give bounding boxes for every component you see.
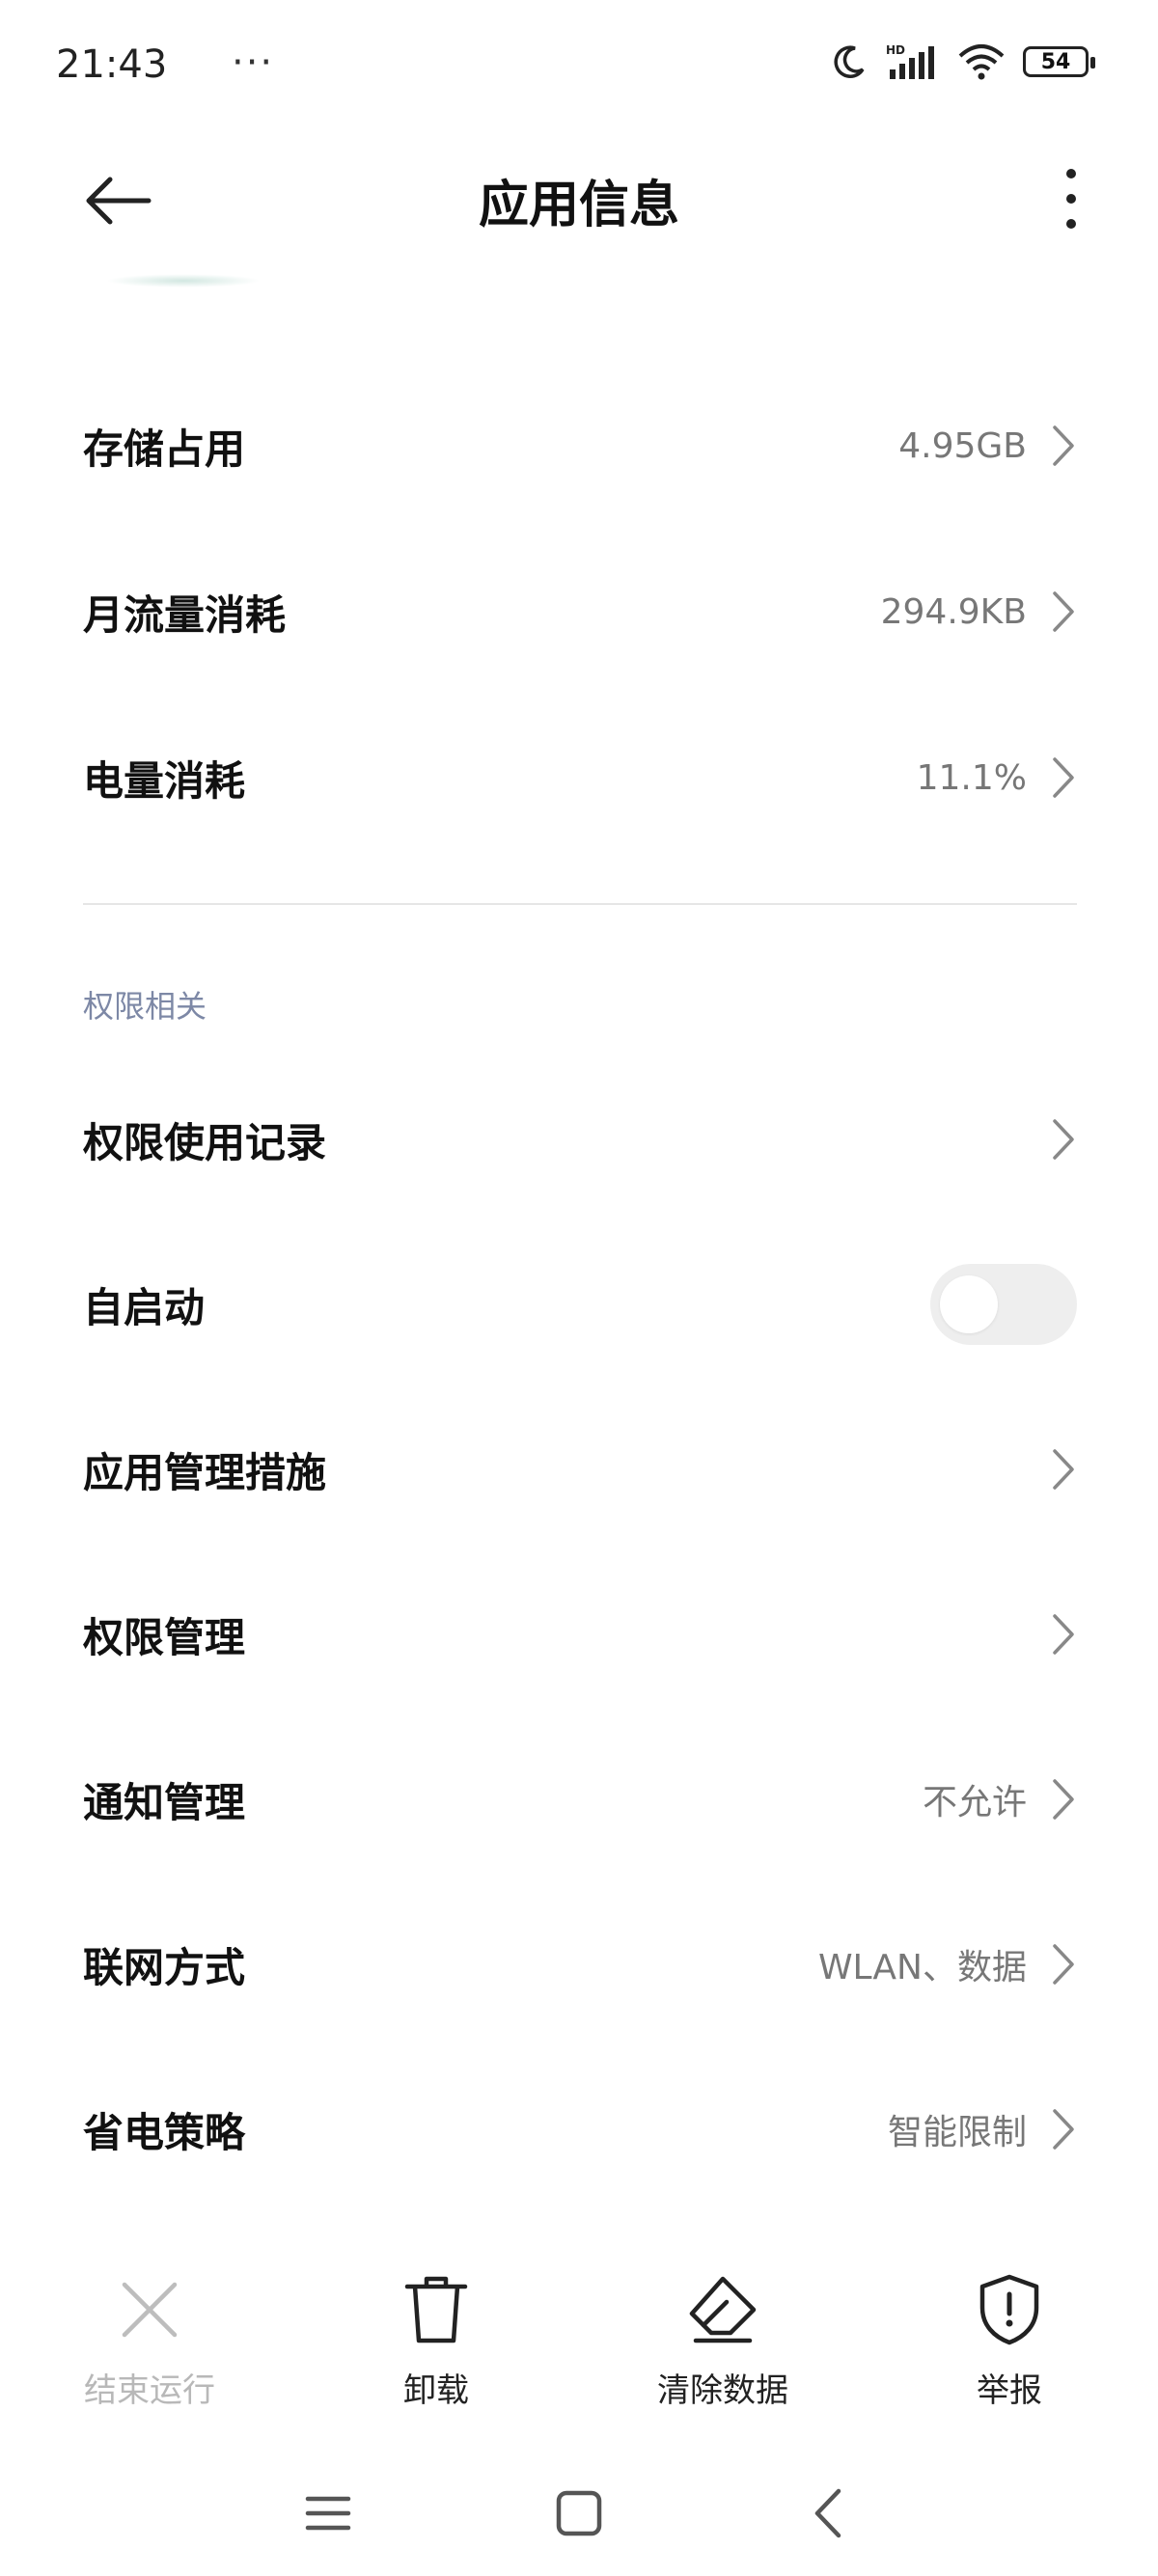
notification-management-row[interactable]: 通知管理 不允许: [83, 1741, 1077, 1857]
row-value: 智能限制: [887, 2113, 1027, 2152]
system-nav-bar: [0, 2451, 1158, 2566]
row-label: 通知管理: [83, 1778, 246, 1826]
chevron-right-icon: [1053, 2109, 1074, 2150]
action-label: 卸载: [403, 2371, 469, 2410]
chevron-right-icon: [1053, 591, 1074, 632]
autostart-row[interactable]: 自启动: [83, 1247, 1077, 1362]
wifi-icon: [958, 44, 1005, 80]
toggle-knob: [940, 1275, 998, 1333]
action-label: 举报: [977, 2371, 1042, 2410]
section-title: 权限相关: [83, 988, 207, 1025]
home-icon[interactable]: [545, 2480, 613, 2547]
row-label: 省电策略: [83, 2108, 246, 2156]
row-label: 权限使用记录: [83, 1118, 327, 1166]
force-stop-button[interactable]: 结束运行: [34, 2258, 265, 2411]
chevron-right-icon: [1053, 757, 1074, 798]
row-label: 月流量消耗: [83, 590, 287, 639]
back-icon[interactable]: [796, 2480, 864, 2547]
chevron-right-icon: [1053, 425, 1074, 466]
network-access-row[interactable]: 联网方式 WLAN、数据: [83, 1906, 1077, 2022]
signal-icon: HD: [886, 43, 934, 79]
status-icons: HD 54: [830, 42, 1095, 81]
app-header-fade: [106, 274, 261, 288]
trash-icon: [404, 2276, 468, 2343]
row-label: 自启动: [83, 1283, 206, 1331]
battery-usage-row[interactable]: 电量消耗 11.1%: [83, 720, 1077, 836]
storage-usage-row[interactable]: 存储占用 4.95GB: [83, 388, 1077, 504]
chevron-right-icon: [1053, 1614, 1074, 1655]
chevron-right-icon: [1053, 1119, 1074, 1160]
app-management-row[interactable]: 应用管理措施: [83, 1411, 1077, 1527]
bottom-action-bar: 结束运行 卸载 清除数据 举报: [0, 2258, 1158, 2412]
battery-level: 54: [1040, 49, 1071, 74]
permission-management-row[interactable]: 权限管理: [83, 1576, 1077, 1692]
row-label: 应用管理措施: [83, 1448, 327, 1496]
app-info-screen: 21:43 ··· HD 54 应用信息 存储占用 4.95GB 月流量消耗 2…: [0, 0, 1158, 2576]
eraser-icon: [689, 2276, 757, 2343]
row-value: 不允许: [922, 1783, 1027, 1822]
shield-alert-icon: [979, 2274, 1039, 2345]
page-title: 应用信息: [478, 177, 679, 234]
clear-data-button[interactable]: 清除数据: [607, 2258, 839, 2411]
uninstall-button[interactable]: 卸载: [320, 2258, 552, 2411]
autostart-toggle[interactable]: [930, 1264, 1077, 1345]
status-time: 21:43: [56, 42, 168, 87]
status-bar: 21:43 ··· HD 54: [0, 0, 1158, 135]
battery-icon: 54: [1023, 46, 1095, 77]
report-button[interactable]: 举报: [894, 2258, 1125, 2411]
menu-icon[interactable]: [294, 2480, 362, 2547]
row-value: WLAN、数据: [817, 1948, 1027, 1987]
action-label: 结束运行: [84, 2371, 215, 2410]
permission-history-row[interactable]: 权限使用记录: [83, 1082, 1077, 1197]
chevron-right-icon: [1053, 1449, 1074, 1490]
row-value: 4.95GB: [898, 425, 1027, 466]
row-label: 联网方式: [83, 1943, 246, 1991]
row-value: 294.9KB: [880, 591, 1027, 632]
data-usage-row[interactable]: 月流量消耗 294.9KB: [83, 554, 1077, 670]
svg-text:HD: HD: [886, 43, 905, 57]
app-bar: 应用信息: [0, 135, 1158, 260]
more-vertical-icon[interactable]: [1042, 160, 1100, 237]
row-label: 存储占用: [83, 425, 246, 473]
row-value: 11.1%: [916, 757, 1027, 798]
chevron-right-icon: [1053, 1944, 1074, 1985]
row-label: 权限管理: [83, 1613, 246, 1661]
row-label: 电量消耗: [83, 756, 246, 805]
more-notifications-icon: ···: [232, 41, 275, 85]
close-icon: [122, 2282, 178, 2338]
moon-icon: [834, 45, 865, 78]
chevron-right-icon: [1053, 1779, 1074, 1820]
section-divider: [83, 903, 1077, 905]
action-label: 清除数据: [657, 2371, 788, 2410]
power-saving-row[interactable]: 省电策略 智能限制: [83, 2071, 1077, 2187]
